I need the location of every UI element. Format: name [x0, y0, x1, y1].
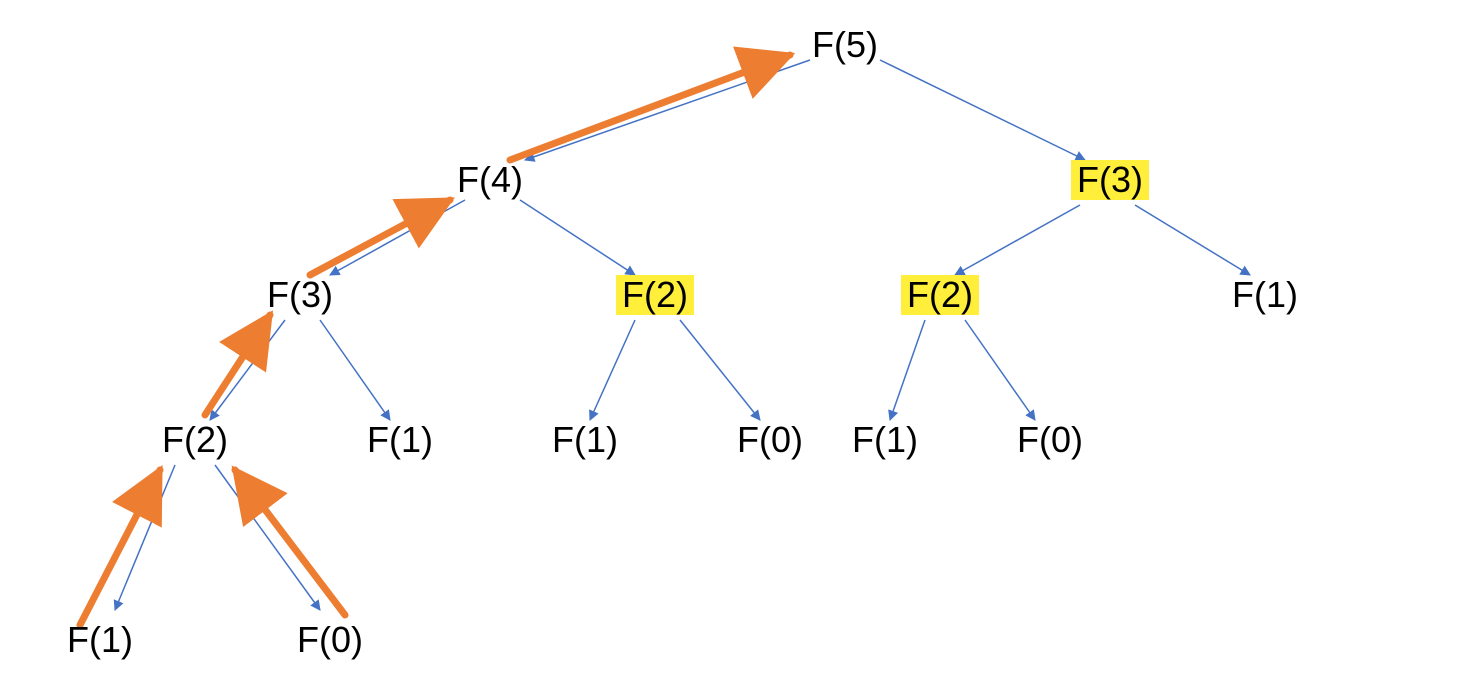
recursion-tree-diagram: F(5) F(4) F(3) F(3) F(2) F(2) F(1) F(2) … — [0, 0, 1482, 694]
node-f1-far-right: F(1) — [1226, 275, 1304, 315]
node-f5: F(5) — [806, 25, 884, 65]
node-f1-right-a: F(1) — [846, 420, 924, 460]
node-f0-mid: F(0) — [731, 420, 809, 460]
node-f2-lower-left: F(2) — [156, 420, 234, 460]
node-f0-right: F(0) — [1011, 420, 1089, 460]
node-f2-right-highlight: F(2) — [901, 275, 979, 315]
node-f0-bottom-left: F(0) — [291, 620, 369, 660]
edges-down — [115, 60, 1250, 610]
edge-layer — [0, 0, 1482, 694]
node-f1-left: F(1) — [361, 420, 439, 460]
node-f1-bottom-left: F(1) — [61, 620, 139, 660]
edges-up-orange — [80, 55, 790, 625]
node-f4: F(4) — [451, 160, 529, 200]
node-f3-left: F(3) — [261, 275, 339, 315]
node-f2-mid-highlight: F(2) — [616, 275, 694, 315]
node-f3-right-highlight: F(3) — [1071, 160, 1149, 200]
node-f1-mid-a: F(1) — [546, 420, 624, 460]
